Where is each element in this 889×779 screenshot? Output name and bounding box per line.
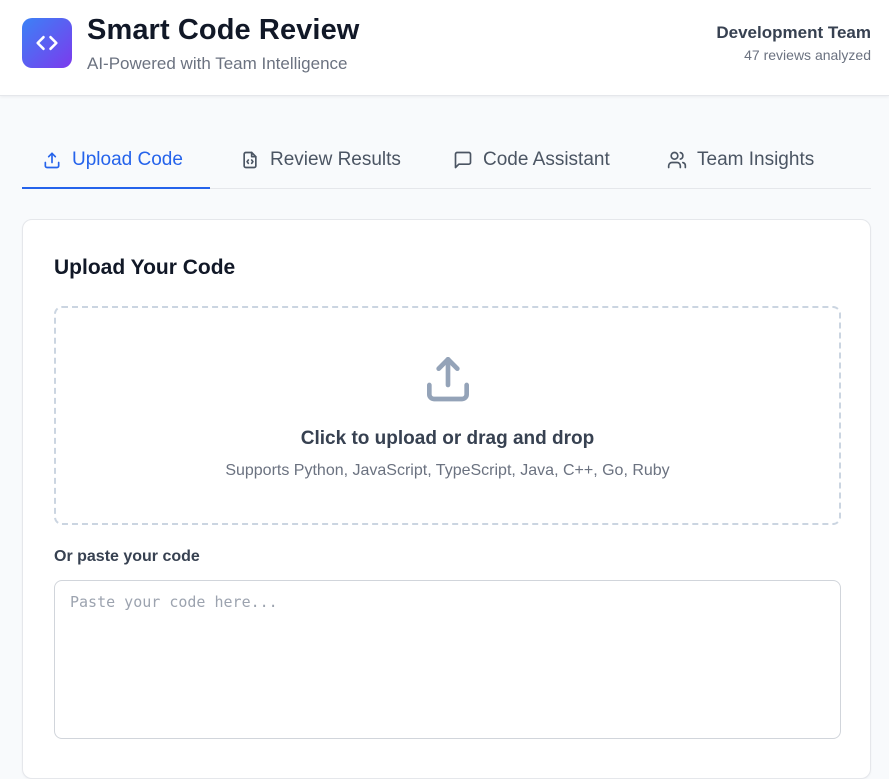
app-logo <box>22 18 72 68</box>
file-dropzone[interactable]: Click to upload or drag and drop Support… <box>54 306 841 525</box>
dropzone-title: Click to upload or drag and drop <box>300 428 595 449</box>
tab-team-insights[interactable]: Team Insights <box>647 131 834 188</box>
code-brackets-icon <box>36 35 58 51</box>
app-title: Smart Code Review <box>87 14 360 46</box>
tab-upload-code-label: Upload Code <box>72 148 183 170</box>
upload-icon <box>42 150 62 170</box>
team-name: Development Team <box>716 23 871 42</box>
chat-bubble-icon <box>453 150 473 170</box>
tab-code-assistant-label: Code Assistant <box>483 148 610 170</box>
tab-review-results-label: Review Results <box>270 148 401 170</box>
file-code-icon <box>240 150 260 170</box>
users-icon <box>667 150 687 170</box>
code-paste-input[interactable] <box>54 580 841 739</box>
tab-team-insights-label: Team Insights <box>697 148 815 170</box>
upload-card: Upload Your Code Click to upload or drag… <box>22 219 871 779</box>
dropzone-subtitle: Supports Python, JavaScript, TypeScript,… <box>225 462 670 479</box>
app-subtitle: AI-Powered with Team Intelligence <box>87 54 348 73</box>
reviews-count: 47 reviews analyzed <box>744 47 871 63</box>
paste-code-label: Or paste your code <box>54 548 200 565</box>
upload-card-title: Upload Your Code <box>54 256 236 279</box>
upload-icon <box>420 350 476 406</box>
app-header: Smart Code Review AI-Powered with Team I… <box>0 0 889 96</box>
tab-code-assistant[interactable]: Code Assistant <box>433 131 630 188</box>
tab-upload-code[interactable]: Upload Code <box>22 131 210 189</box>
main-tabs: Upload Code Review Results Code Assistan… <box>22 131 871 189</box>
tab-review-results[interactable]: Review Results <box>220 131 421 188</box>
